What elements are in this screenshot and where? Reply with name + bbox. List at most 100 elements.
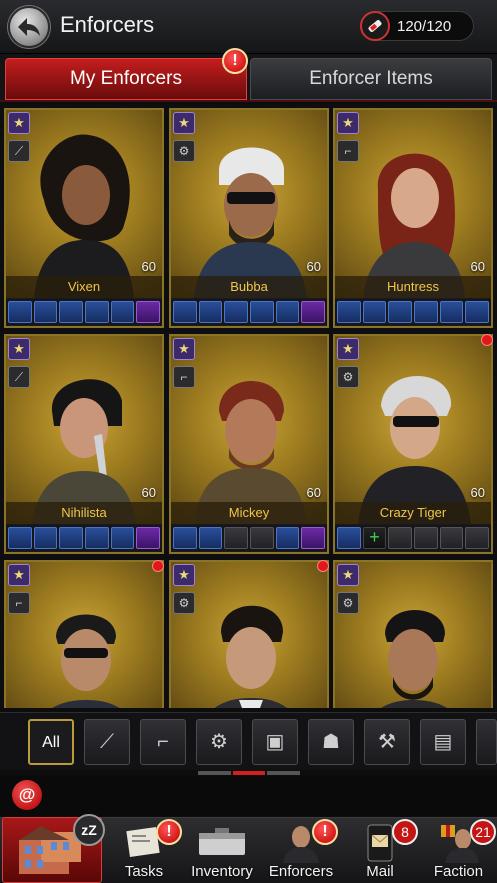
idle-sleep-badge: zZ xyxy=(73,814,105,846)
knife-type-icon: ⟋ xyxy=(8,366,30,388)
gear-slot xyxy=(110,301,135,323)
enforcer-grid[interactable]: ★ ⟋ 60 Vixen ★ ⚙ 60 Bubba ★ ⌐ 60 Huntres… xyxy=(0,104,497,708)
enforcer-card-locked[interactable]: ★ ⚙ xyxy=(333,560,493,708)
enforcer-name: Bubba xyxy=(171,276,327,298)
enforcer-card-locked[interactable]: ★ ⌐ xyxy=(4,560,164,708)
nav-tasks[interactable]: ! Tasks xyxy=(106,817,182,883)
gear-slot xyxy=(110,527,135,549)
page-dot-active xyxy=(232,771,266,775)
chat-bar[interactable]: @ xyxy=(0,776,497,816)
rank-badge-icon: ★ xyxy=(337,112,359,134)
nav-mail[interactable]: 8 Mail xyxy=(342,817,418,883)
gear-slot xyxy=(465,527,490,549)
enforcers-alert-badge: ! xyxy=(312,819,338,845)
gear-slot xyxy=(388,301,413,323)
enforcer-card-bubba[interactable]: ★ ⚙ 60 Bubba xyxy=(169,108,329,328)
vixen-portrait-icon xyxy=(34,134,134,298)
tasks-alert-badge: ! xyxy=(156,819,182,845)
gear-slot xyxy=(136,527,161,549)
enforcer-card-mickey[interactable]: ★ ⌐ 60 Mickey xyxy=(169,334,329,554)
filter-vehicle-icon[interactable]: ▣ xyxy=(252,719,298,765)
chat-mention-button[interactable]: @ xyxy=(12,780,42,810)
smg-type-icon: ⌐ xyxy=(8,592,30,614)
rank-badge-icon: ★ xyxy=(173,564,195,586)
enforcer-portrait xyxy=(171,110,327,298)
gear-row xyxy=(6,525,162,551)
gear-slot xyxy=(85,527,109,549)
enforcer-card-crazy-tiger[interactable]: ★ ⚙ 60 Crazy Tiger + xyxy=(333,334,493,554)
gear-slot xyxy=(59,527,84,549)
filter-hammer-icon[interactable]: ⚒ xyxy=(364,719,410,765)
gear-row xyxy=(335,299,491,325)
back-button[interactable] xyxy=(8,6,50,48)
gear-slot xyxy=(388,527,413,549)
enforcer-portrait xyxy=(171,336,327,524)
enforcer-name: Vixen xyxy=(6,276,162,298)
enforcer-portrait xyxy=(6,110,162,298)
filter-knife-icon[interactable]: ⟋ xyxy=(84,719,130,765)
tab-bar: My Enforcers ! Enforcer Items xyxy=(0,48,497,102)
enforcer-card-nihilista[interactable]: ★ ⟋ 60 Nihilista xyxy=(4,334,164,554)
enforcer-level: 60 xyxy=(306,485,321,500)
enforcer-name: Crazy Tiger xyxy=(335,502,491,524)
rank-badge-icon: ★ xyxy=(8,564,30,586)
rank-badge-icon: ★ xyxy=(173,338,195,360)
filter-hoodie-icon[interactable]: ☗ xyxy=(308,719,354,765)
gear-slot xyxy=(301,527,326,549)
tab-enforcer-items[interactable]: Enforcer Items xyxy=(250,58,492,100)
filter-card-icon[interactable]: ▤ xyxy=(420,719,466,765)
enforcer-name: Mickey xyxy=(171,502,327,524)
enforcer-level: 60 xyxy=(141,485,156,500)
enforcer-card-locked[interactable]: ★ ⚙ xyxy=(169,560,329,708)
filter-all-button[interactable]: All xyxy=(28,719,74,765)
mail-count-badge: 8 xyxy=(392,819,418,845)
gear-slot xyxy=(173,527,197,549)
motorcycle-type-icon: ⚙ xyxy=(173,140,195,162)
enforcer-level: 60 xyxy=(141,259,156,274)
motorcycle-type-icon: ⚙ xyxy=(337,366,359,388)
tab-my-enforcers[interactable]: My Enforcers xyxy=(5,58,247,100)
enforcer-card-huntress[interactable]: ★ ⌐ 60 Huntress xyxy=(333,108,493,328)
enforcer-portrait-icon xyxy=(381,610,447,708)
gear-slot xyxy=(33,527,58,549)
gear-slot xyxy=(465,301,490,323)
page-title: Enforcers xyxy=(60,12,155,37)
gear-slot xyxy=(85,301,109,323)
my-enforcers-alert-badge: ! xyxy=(222,48,248,74)
category-filter-bar: All ⟋ ⌐ ⚙ ▣ ☗ ⚒ ▤ xyxy=(0,712,497,770)
energy-counter[interactable]: 120/120 xyxy=(360,11,474,41)
filter-motorcycle-icon[interactable]: ⚙ xyxy=(196,719,242,765)
gear-slot xyxy=(224,527,249,549)
gear-slot xyxy=(275,527,300,549)
tab-enforcer-items-label: Enforcer Items xyxy=(309,68,433,89)
enforcer-level: 60 xyxy=(470,485,485,500)
rank-badge-icon: ★ xyxy=(8,338,30,360)
enforcer-card-vixen[interactable]: ★ ⟋ 60 Vixen xyxy=(4,108,164,328)
nav-enforcers[interactable]: ! Enforcers xyxy=(262,817,340,883)
headquarters-button[interactable]: zZ xyxy=(2,814,105,883)
nav-enforcers-label: Enforcers xyxy=(268,863,334,880)
gear-slot xyxy=(250,301,274,323)
gear-row xyxy=(171,299,327,325)
nav-faction[interactable]: 21 Faction xyxy=(420,817,497,883)
enforcer-name: Huntress xyxy=(335,276,491,298)
gear-slot xyxy=(224,301,249,323)
enforcer-portrait-icon xyxy=(52,614,120,708)
gear-slot xyxy=(250,527,274,549)
energy-value: 120/120 xyxy=(397,18,452,35)
enforcer-portrait-icon xyxy=(214,605,287,708)
inventory-briefcase-icon xyxy=(199,828,245,855)
nav-faction-label: Faction xyxy=(433,863,484,880)
page-dot xyxy=(198,771,231,775)
add-gear-icon[interactable]: + xyxy=(362,527,387,549)
gear-slot xyxy=(59,301,84,323)
rank-badge-icon: ★ xyxy=(173,112,195,134)
filter-rifle-icon[interactable]: ⌐ xyxy=(140,719,186,765)
filter-more-icon[interactable] xyxy=(476,719,497,765)
gear-slot xyxy=(301,301,326,323)
smg-type-icon: ⌐ xyxy=(173,366,195,388)
rifle-type-icon: ⌐ xyxy=(337,140,359,162)
enforcer-portrait xyxy=(335,110,491,298)
gear-row xyxy=(171,525,327,551)
nav-inventory[interactable]: Inventory xyxy=(184,817,260,883)
